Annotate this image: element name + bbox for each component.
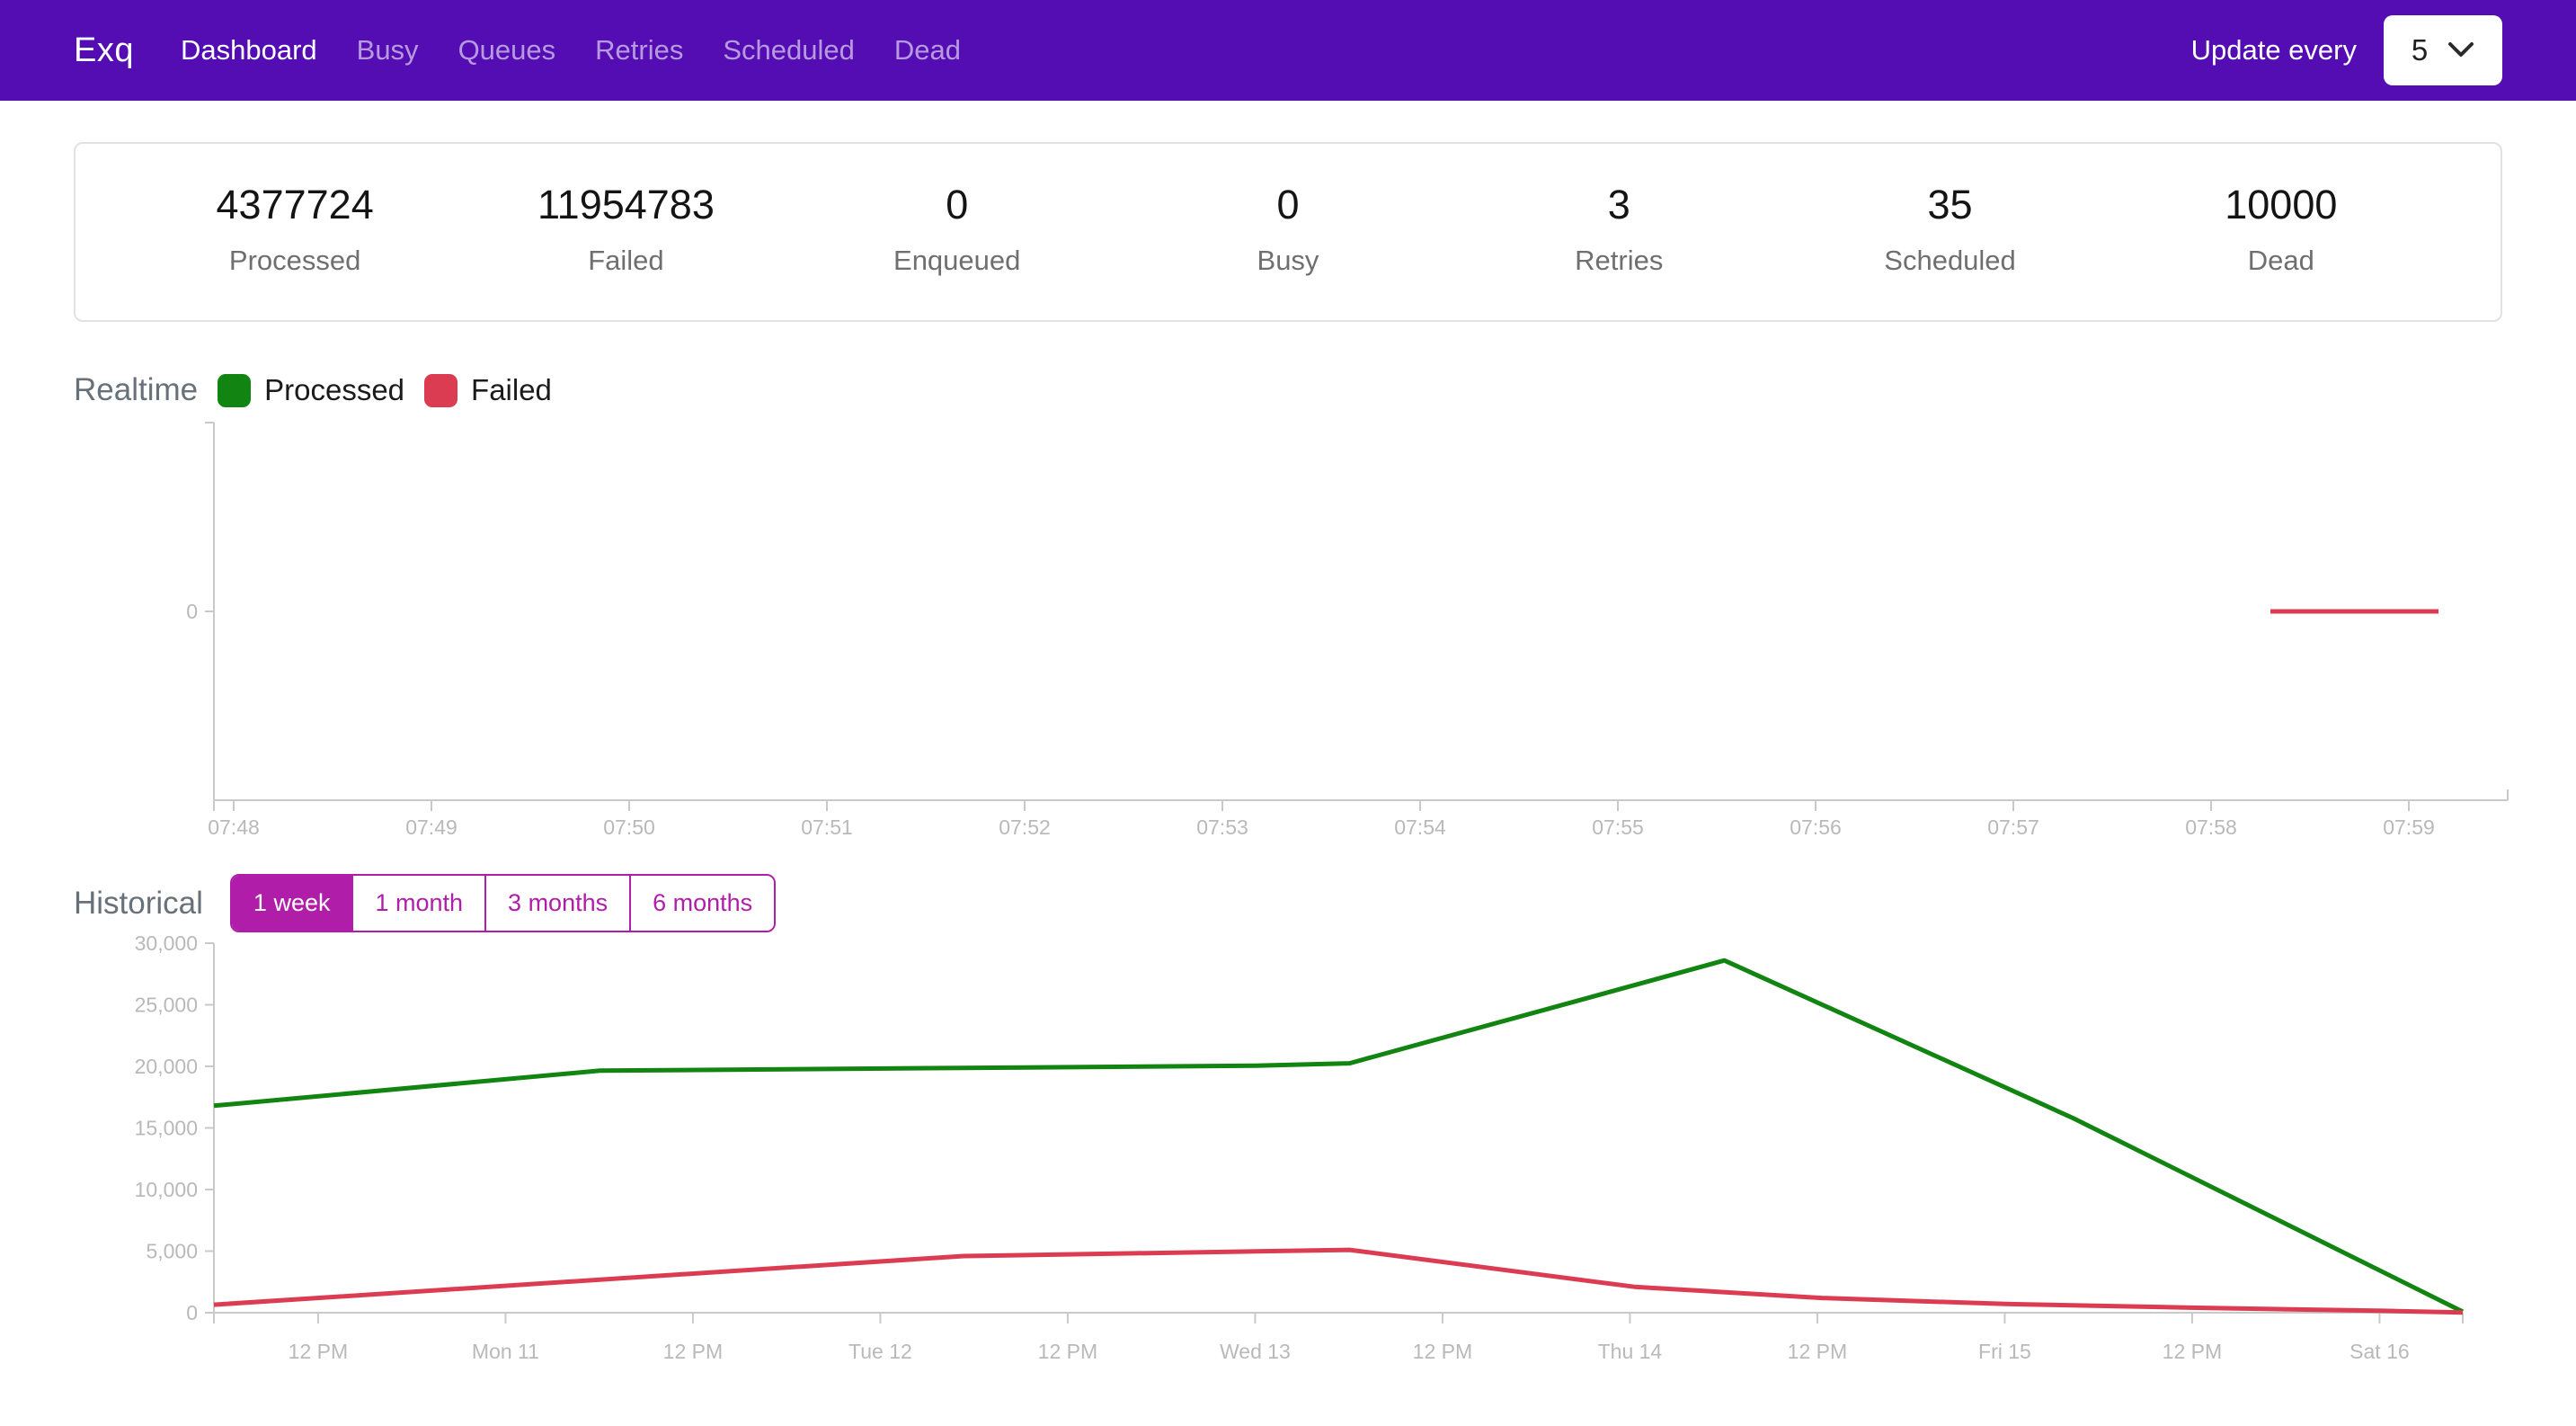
historical-header: Historical 1 week 1 month 3 months 6 mon… (74, 874, 2502, 932)
realtime-chart: 0 07:48 07:49 07:50 07:51 07:52 07:53 07:54 07:5… (72, 414, 2535, 852)
stat-processed: 4377724 Processed (129, 182, 460, 277)
svg-text:20,000: 20,000 (135, 1055, 198, 1078)
update-every-label: Update every (2191, 34, 2357, 67)
svg-text:07:52: 07:52 (999, 815, 1051, 839)
nav-item-busy[interactable]: Busy (357, 34, 419, 67)
svg-text:12 PM: 12 PM (1788, 1340, 1847, 1363)
range-button-1-month[interactable]: 1 month (351, 876, 484, 931)
failed-swatch-icon (424, 374, 457, 407)
legend-failed: Failed (424, 373, 552, 407)
stat-scheduled-label: Scheduled (1784, 245, 2115, 277)
svg-text:Fri 15: Fri 15 (1978, 1340, 2031, 1363)
svg-text:0: 0 (186, 1301, 198, 1324)
stat-dead: 10000 Dead (2116, 182, 2447, 277)
stat-scheduled: 35 Scheduled (1784, 182, 2115, 277)
historical-range-group: 1 week 1 month 3 months 6 months (230, 874, 776, 932)
svg-text:12 PM: 12 PM (1413, 1340, 1472, 1363)
stat-dead-value: 10000 (2116, 182, 2447, 228)
svg-text:07:54: 07:54 (1394, 815, 1446, 839)
svg-text:07:55: 07:55 (1592, 815, 1644, 839)
range-button-1-week[interactable]: 1 week (232, 876, 352, 931)
stat-failed-label: Failed (460, 245, 791, 277)
svg-text:0: 0 (186, 600, 198, 623)
stat-enqueued-label: Enqueued (792, 245, 1123, 277)
stat-dead-label: Dead (2116, 245, 2447, 277)
processed-swatch-icon (218, 374, 251, 407)
nav-item-retries[interactable]: Retries (595, 34, 683, 67)
nav-item-dashboard[interactable]: Dashboard (181, 34, 317, 67)
svg-text:12 PM: 12 PM (2163, 1340, 2222, 1363)
stat-enqueued: 0 Enqueued (792, 182, 1123, 277)
stat-retries-value: 3 (1453, 182, 1784, 228)
svg-text:Tue 12: Tue 12 (848, 1340, 912, 1363)
nav-item-scheduled[interactable]: Scheduled (723, 34, 855, 67)
app-brand[interactable]: Exq (74, 31, 134, 70)
svg-text:Sat 16: Sat 16 (2349, 1340, 2410, 1363)
realtime-header: Realtime Processed Failed (74, 372, 2502, 408)
svg-text:10,000: 10,000 (135, 1178, 198, 1201)
stat-retries: 3 Retries (1453, 182, 1784, 277)
svg-text:12 PM: 12 PM (1038, 1340, 1097, 1363)
svg-text:07:56: 07:56 (1790, 815, 1842, 839)
svg-text:25,000: 25,000 (135, 994, 198, 1017)
range-button-3-months[interactable]: 3 months (484, 876, 629, 931)
svg-text:07:48: 07:48 (208, 815, 260, 839)
nav-right: Update every 5 (2191, 15, 2502, 85)
svg-text:5,000: 5,000 (146, 1240, 198, 1263)
stat-scheduled-value: 35 (1784, 182, 2115, 228)
update-interval-select[interactable]: 5 (2384, 15, 2502, 85)
realtime-title: Realtime (74, 372, 198, 408)
historical-title: Historical (74, 886, 203, 922)
legend-failed-label: Failed (471, 373, 552, 407)
stat-processed-label: Processed (129, 245, 460, 277)
svg-text:07:49: 07:49 (405, 815, 457, 839)
svg-text:Mon 11: Mon 11 (472, 1340, 539, 1363)
top-navbar: Exq Dashboard Busy Queues Retries Schedu… (0, 0, 2576, 101)
nav-item-dead[interactable]: Dead (894, 34, 961, 67)
svg-text:15,000: 15,000 (135, 1117, 198, 1140)
svg-text:07:57: 07:57 (1987, 815, 2039, 839)
stat-busy-value: 0 (1123, 182, 1453, 228)
svg-text:07:51: 07:51 (801, 815, 853, 839)
chevron-down-icon (2447, 41, 2474, 59)
svg-text:07:50: 07:50 (603, 815, 655, 839)
stat-retries-label: Retries (1453, 245, 1784, 277)
stat-processed-value: 4377724 (129, 182, 460, 228)
stat-busy-label: Busy (1123, 245, 1453, 277)
svg-text:12 PM: 12 PM (663, 1340, 723, 1363)
stat-enqueued-value: 0 (792, 182, 1123, 228)
nav-item-queues[interactable]: Queues (458, 34, 556, 67)
svg-text:07:59: 07:59 (2383, 815, 2435, 839)
historical-chart: 0 5,000 10,000 15,000 20,000 25,000 30,000 12 P… (72, 934, 2535, 1402)
svg-text:07:58: 07:58 (2185, 815, 2237, 839)
range-button-6-months[interactable]: 6 months (629, 876, 774, 931)
svg-text:Wed 13: Wed 13 (1220, 1340, 1291, 1363)
nav-links: Dashboard Busy Queues Retries Scheduled … (181, 34, 961, 67)
stat-busy: 0 Busy (1123, 182, 1453, 277)
legend-processed-label: Processed (264, 373, 404, 407)
svg-text:30,000: 30,000 (135, 934, 198, 955)
stats-summary-card: 4377724 Processed 11954783 Failed 0 Enqu… (74, 142, 2502, 322)
update-interval-value: 5 (2412, 33, 2428, 67)
legend-processed: Processed (218, 373, 404, 407)
stat-failed: 11954783 Failed (460, 182, 791, 277)
svg-text:12 PM: 12 PM (289, 1340, 348, 1363)
svg-text:Thu 14: Thu 14 (1598, 1340, 1663, 1363)
svg-text:07:53: 07:53 (1196, 815, 1248, 839)
stat-failed-value: 11954783 (460, 182, 791, 228)
